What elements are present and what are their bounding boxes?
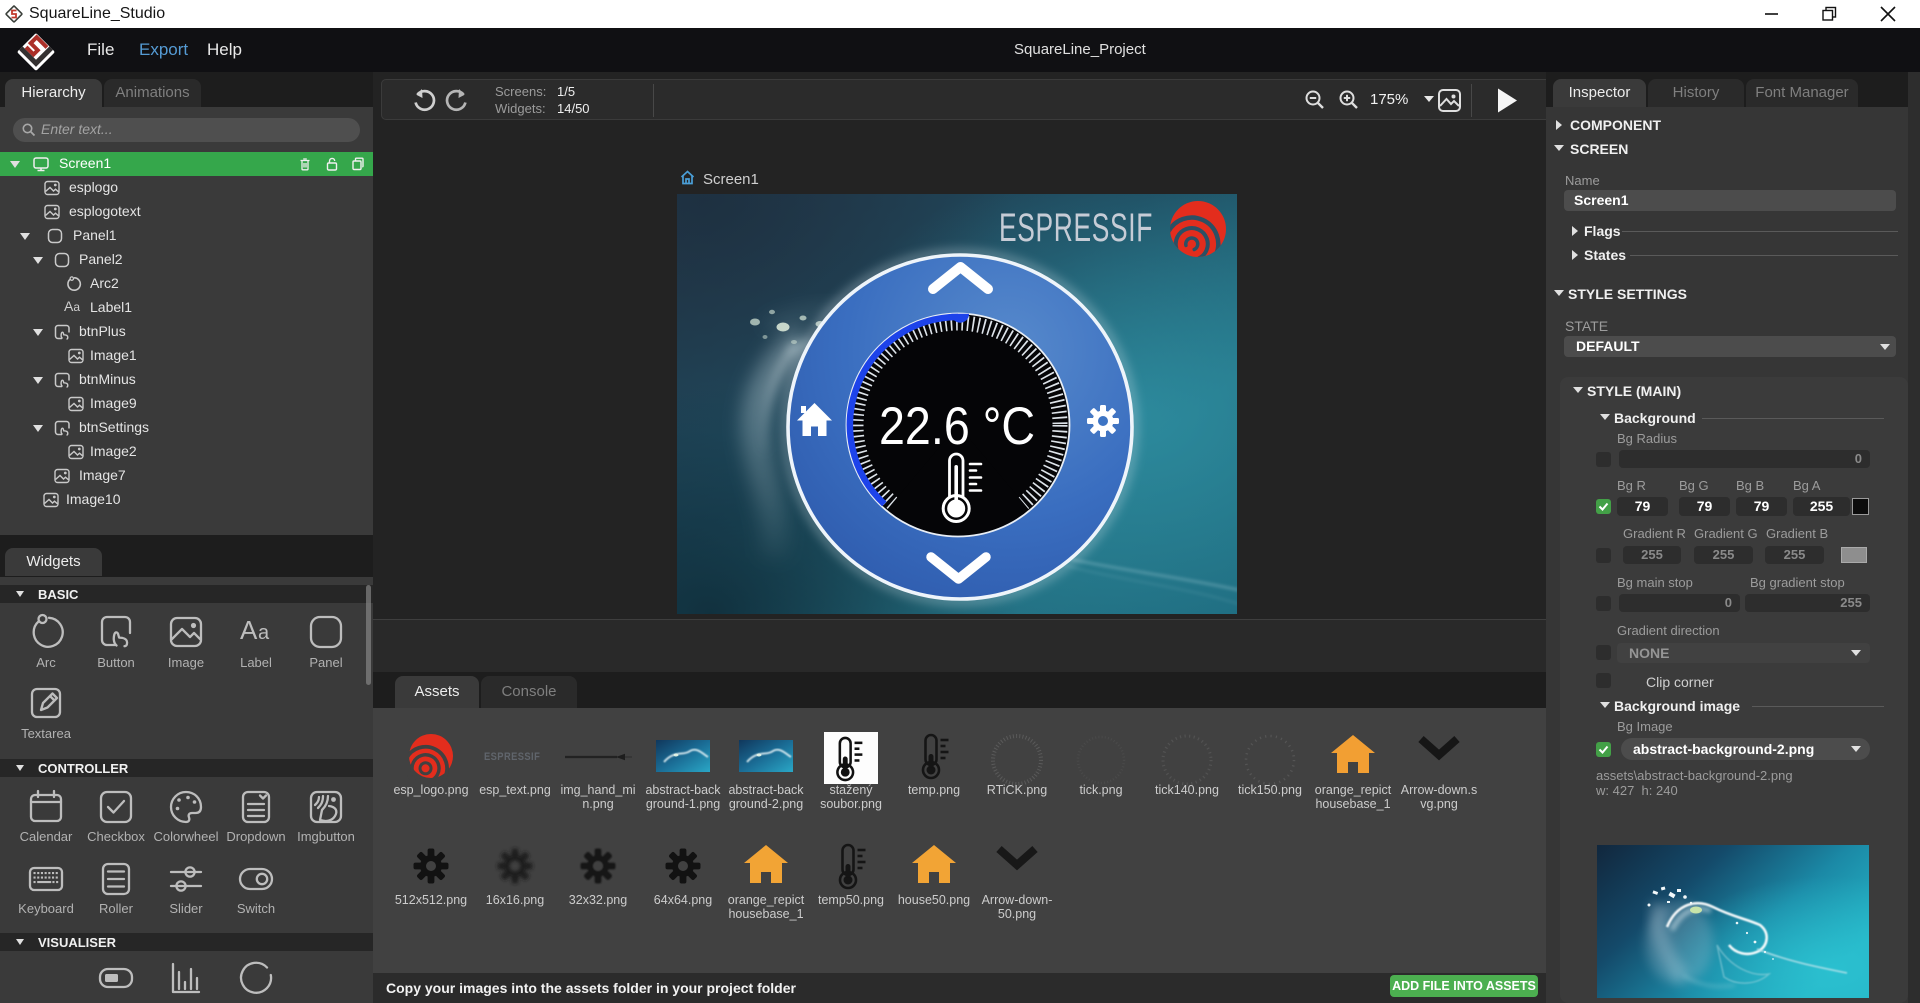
svg-text:22.6 °C: 22.6 °C [879,396,1035,455]
svg-text:ESPRESSIF: ESPRESSIF [484,751,540,763]
svg-text:A: A [240,615,258,645]
svg-text:ESPRESSIF: ESPRESSIF [999,206,1153,251]
svg-text:a: a [258,622,270,644]
